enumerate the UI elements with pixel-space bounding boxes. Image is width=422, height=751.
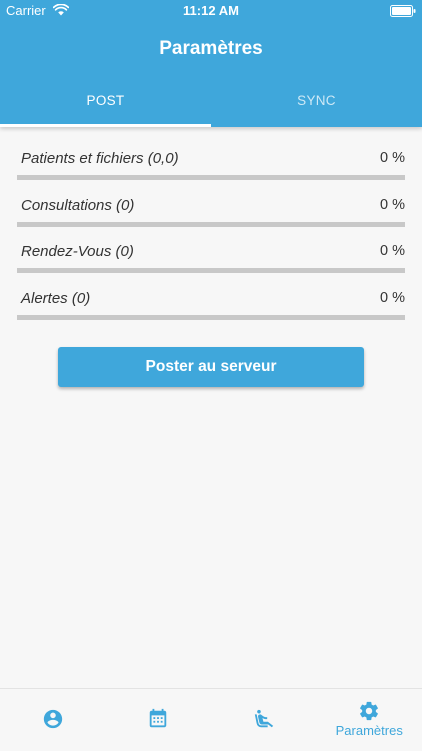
nav-item-profile[interactable] (0, 689, 106, 751)
seat-recline-icon (253, 708, 275, 730)
bottom-nav: Paramètres (0, 688, 422, 751)
nav-item-seat[interactable] (211, 689, 317, 751)
progress-row-patients: Patients et fichiers (0,0) 0 % (0, 127, 422, 173)
post-to-server-button[interactable]: Poster au serveur (58, 347, 364, 387)
app-header: Carrier 11:12 AM Paramètres POST SYNC (0, 0, 422, 127)
progress-row-alertes: Alertes (0) 0 % (0, 267, 422, 313)
progress-value: 0 % (380, 243, 405, 259)
progress-label: Patients et fichiers (0,0) (21, 150, 179, 167)
nav-item-calendar[interactable] (106, 689, 212, 751)
progress-bar (17, 315, 405, 320)
progress-value: 0 % (380, 150, 405, 166)
status-time: 11:12 AM (0, 3, 422, 18)
nav-item-settings[interactable]: Paramètres (317, 689, 422, 751)
progress-row-rendez-vous: Rendez-Vous (0) 0 % (0, 220, 422, 266)
progress-value: 0 % (380, 290, 405, 306)
tab-post[interactable]: POST (0, 80, 211, 127)
tab-sync[interactable]: SYNC (211, 80, 422, 127)
nav-label-settings: Paramètres (317, 723, 422, 738)
status-bar: Carrier 11:12 AM (0, 0, 422, 22)
account-circle-icon (42, 708, 64, 730)
page-title: Paramètres (0, 38, 422, 60)
tab-bar: POST SYNC (0, 80, 422, 127)
progress-label: Rendez-Vous (0) (21, 243, 134, 260)
gear-icon (358, 700, 380, 722)
progress-value: 0 % (380, 197, 405, 213)
progress-label: Consultations (0) (21, 197, 134, 214)
calendar-icon (147, 708, 169, 730)
progress-row-consultations: Consultations (0) 0 % (0, 174, 422, 220)
battery-icon (390, 5, 416, 17)
progress-label: Alertes (0) (21, 290, 90, 307)
